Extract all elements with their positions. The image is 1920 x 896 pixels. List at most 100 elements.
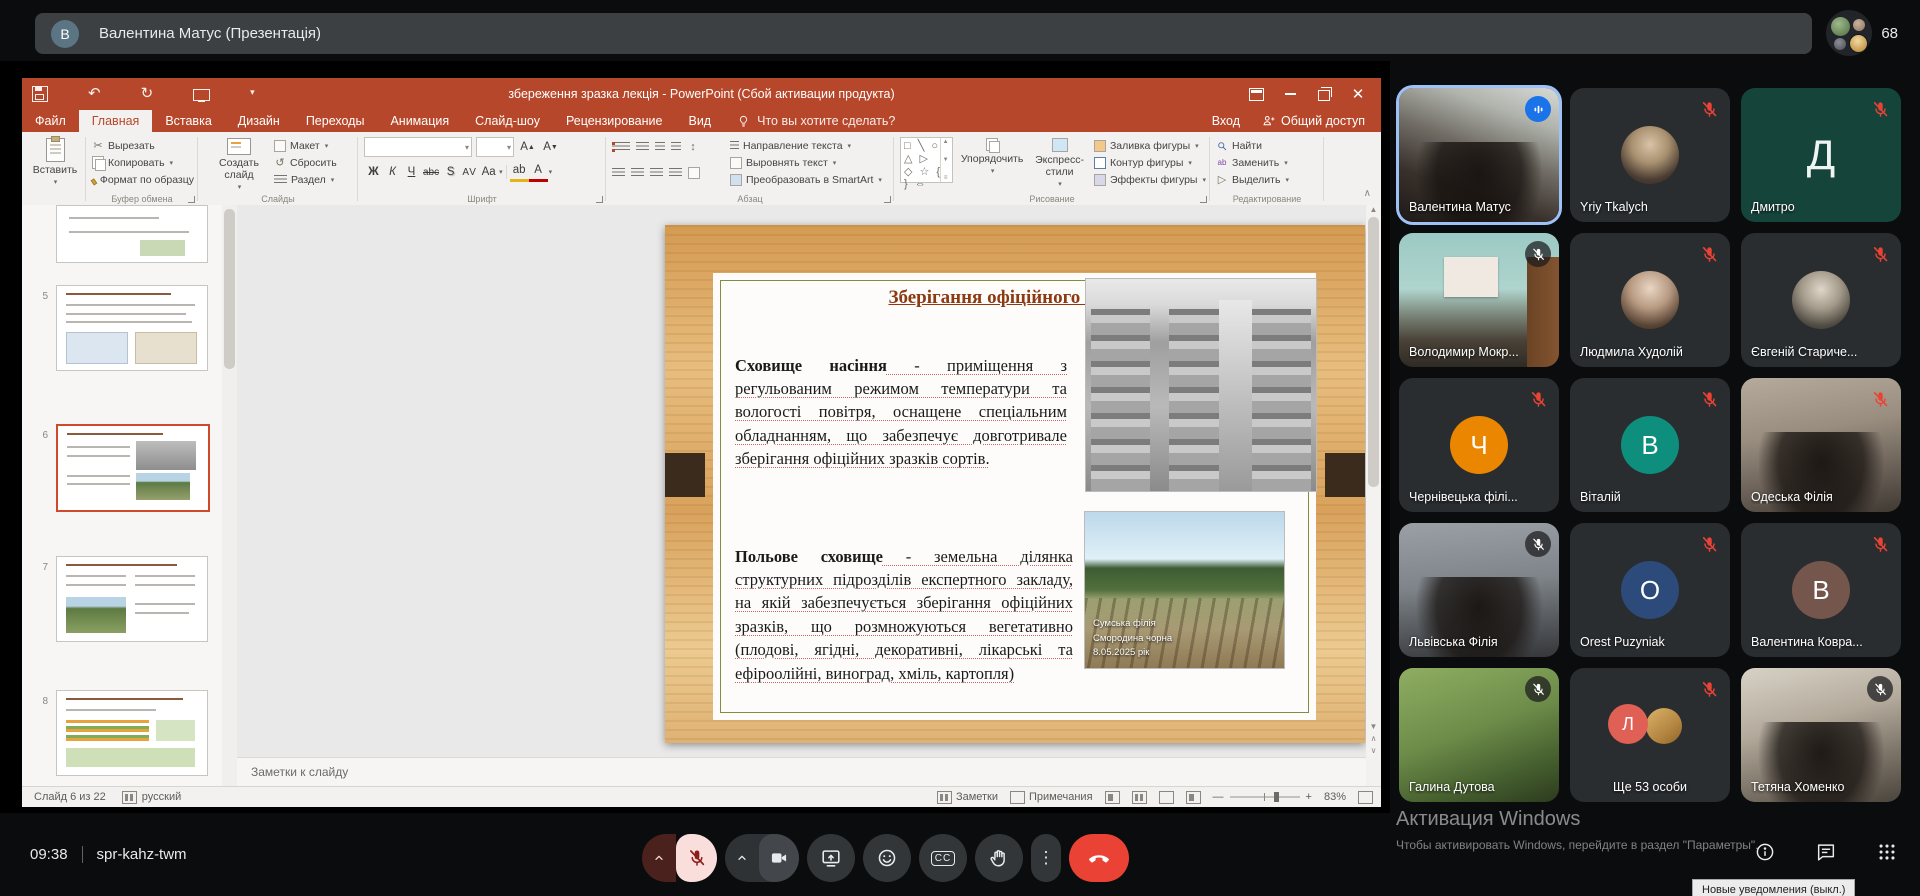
close-button[interactable]: ✕ [1341,81,1375,107]
clipboard-dialog-launcher[interactable] [188,196,195,203]
more-options-button[interactable]: ⋮ [1031,834,1061,882]
new-slide-button[interactable]: Создать слайд ▾ [204,137,274,192]
participant-tile[interactable]: Тетяна Хоменко [1741,668,1901,802]
minimize-button[interactable] [1273,81,1307,107]
decrease-font-button[interactable]: А▼ [541,139,560,155]
tab-file[interactable]: Файл [22,110,79,132]
next-slide-button[interactable]: ∨ [1371,746,1377,755]
normal-view-button[interactable] [1105,791,1120,804]
increase-indent-icon[interactable] [671,142,681,152]
tab-review[interactable]: Рецензирование [553,110,676,132]
zoom-slider[interactable] [1230,796,1300,798]
language-button[interactable]: русский [122,791,181,804]
tab-design[interactable]: Дизайн [225,110,293,132]
bold-button[interactable]: Ж [364,164,383,180]
start-slideshow-icon[interactable] [193,89,210,101]
participant-tile[interactable]: O Orest Puzyniak [1570,523,1730,657]
shape-outline-button[interactable]: Контур фигуры▾ [1094,154,1206,171]
participant-tile[interactable]: Одеська Філія [1741,378,1901,512]
text-direction-button[interactable]: Направление текста▾ [730,137,882,154]
font-dialog-launcher[interactable] [596,196,603,203]
paste-button[interactable]: Вставить ▾ [28,137,82,187]
tab-view[interactable]: Вид [675,110,724,132]
reading-view-button[interactable] [1159,791,1174,804]
arrange-button[interactable]: Упорядочить ▾ [959,137,1025,192]
camera-options-button[interactable] [725,834,759,882]
justify-icon[interactable] [669,168,682,178]
participant-tile[interactable]: В Валентина Ковра... [1741,523,1901,657]
tell-me-box[interactable]: Что вы хотите сделать? [724,110,907,132]
drawing-dialog-launcher[interactable] [1200,196,1207,203]
quick-styles-button[interactable]: Экспресс-стили ▾ [1031,137,1088,192]
leave-call-button[interactable] [1069,834,1129,882]
captions-button[interactable]: CC [919,834,967,882]
section-button[interactable]: Раздел▾ [274,171,337,188]
more-participants-tile[interactable]: Л Ще 53 особи [1570,668,1730,802]
slide-thumbnail-5[interactable] [56,285,208,371]
replace-button[interactable]: abЗаменить▾ [1216,154,1320,171]
paragraph-dialog-launcher[interactable] [884,196,891,203]
notes-pane[interactable]: Заметки к слайду [237,757,1366,786]
mic-options-button[interactable] [642,834,676,882]
highlight-color-button[interactable]: ab [510,163,529,182]
tab-animations[interactable]: Анимация [377,110,462,132]
present-screen-button[interactable] [807,834,855,882]
previous-slide-button[interactable]: ∧ [1371,734,1377,743]
strikethrough-button[interactable]: abc [421,164,441,180]
align-left-icon[interactable] [612,168,625,178]
ribbon-display-options-button[interactable] [1239,81,1273,107]
participant-tile[interactable]: Yriy Tkalych [1570,88,1730,222]
layout-button[interactable]: Макет▾ [274,137,337,154]
participant-tile[interactable]: Євгеній Стариче... [1741,233,1901,367]
columns-icon[interactable] [688,167,700,179]
tab-insert[interactable]: Вставка [152,110,224,132]
slide-scrollbar[interactable]: ▲ ▼ ∧ ∨ [1366,205,1381,758]
thumbnail-scrollbar[interactable] [222,205,237,786]
find-button[interactable]: Найти [1216,137,1320,154]
comments-toggle-button[interactable]: Примечания [1010,791,1093,804]
format-painter-button[interactable]: Формат по образцу [92,171,194,188]
fit-to-window-button[interactable] [1358,791,1373,804]
font-size-combo[interactable]: ▾ [476,137,514,157]
participant-tile[interactable]: Галина Дутова [1399,668,1559,802]
tab-slideshow[interactable]: Слайд-шоу [462,110,553,132]
copy-button[interactable]: Копировать▾ [92,154,194,171]
change-case-button[interactable]: Aa [479,164,498,180]
undo-icon[interactable]: ↶ [88,87,101,101]
slide-thumbnail-7[interactable] [56,556,208,642]
scroll-down-arrow[interactable]: ▼ [1370,722,1378,731]
slide-thumbnail-4[interactable] [56,205,208,263]
raise-hand-button[interactable] [975,834,1023,882]
chat-button[interactable] [1815,841,1837,863]
scroll-up-arrow[interactable]: ▲ [1370,205,1378,214]
zoom-handle[interactable] [1274,792,1279,802]
shapes-scrollbar[interactable]: ▲▼≡ [940,138,952,182]
select-button[interactable]: ▷Выделить▾ [1216,171,1320,188]
numbering-icon[interactable] [636,142,649,152]
character-spacing-button[interactable]: AV [460,164,479,180]
scrollbar-thumb[interactable] [1368,217,1379,487]
customize-qat-icon[interactable]: ▾ [250,87,255,101]
participant-tile[interactable]: Д Дмитро [1741,88,1901,222]
slideshow-view-button[interactable] [1186,791,1201,804]
collapse-ribbon-button[interactable]: ∧ [1364,188,1371,199]
participant-tile[interactable]: Валентина Матус [1399,88,1559,222]
participant-tile[interactable]: Ч Чернівецька філі... [1399,378,1559,512]
meeting-details-button[interactable] [1754,841,1776,863]
sign-in-button[interactable]: Вход [1212,114,1240,128]
font-color-button[interactable]: А [529,163,548,182]
bullets-icon[interactable] [612,142,630,152]
slide-thumbnail-6-selected[interactable] [56,424,210,512]
camera-toggle-button[interactable] [759,834,799,882]
save-icon[interactable] [32,86,48,102]
font-name-combo[interactable]: ▾ [364,137,472,157]
reactions-button[interactable] [863,834,911,882]
tab-transitions[interactable]: Переходы [293,110,378,132]
italic-button[interactable]: К [383,164,402,180]
smartart-button[interactable]: Преобразовать в SmartArt▾ [730,171,882,188]
align-text-button[interactable]: Выровнять текст▾ [730,154,882,171]
increase-font-button[interactable]: А▲ [518,139,537,155]
share-button[interactable]: Общий доступ [1262,114,1365,128]
align-right-icon[interactable] [650,168,663,178]
participant-tile[interactable]: В Віталій [1570,378,1730,512]
